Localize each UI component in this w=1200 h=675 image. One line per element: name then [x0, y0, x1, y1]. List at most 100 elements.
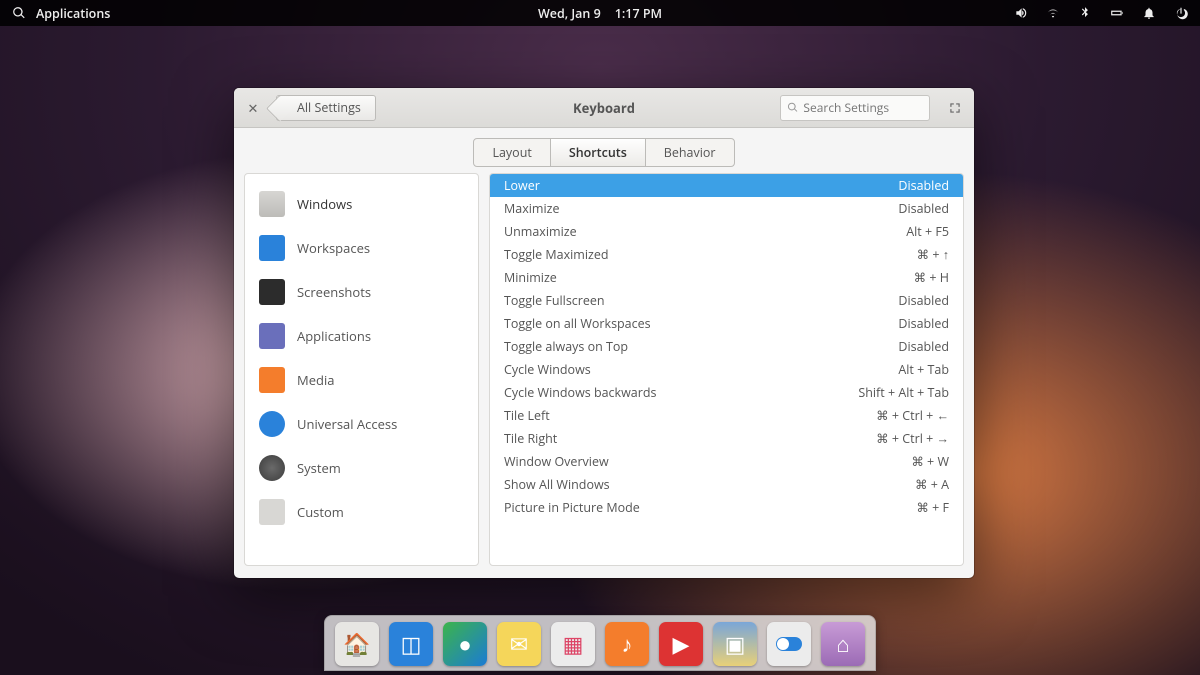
shortcut-row[interactable]: Cycle Windows backwards Shift + Alt + Tab — [490, 381, 963, 404]
shortcut-name: Maximize — [504, 200, 560, 217]
titlebar[interactable]: ✕ All Settings Keyboard — [234, 88, 974, 128]
shortcut-value: ⌘ + A — [915, 476, 949, 493]
shortcut-row[interactable]: Picture in Picture Mode ⌘ + F — [490, 496, 963, 519]
dock-calendar[interactable]: ▦ — [551, 622, 595, 666]
shortcut-name: Minimize — [504, 269, 557, 286]
close-button[interactable]: ✕ — [242, 97, 264, 119]
applications-menu[interactable]: Applications — [36, 5, 110, 22]
dock-files[interactable]: 🏠 — [335, 622, 379, 666]
shortcut-value: Disabled — [898, 338, 949, 355]
shortcut-name: Toggle on all Workspaces — [504, 315, 651, 332]
sidebar-item-label: Windows — [297, 195, 352, 213]
shortcut-value: ⌘ + W — [911, 453, 949, 470]
shortcut-value: Disabled — [898, 200, 949, 217]
dock-browser[interactable]: ● — [443, 622, 487, 666]
shortcut-row[interactable]: Tile Left ⌘ + Ctrl + ← — [490, 404, 963, 427]
dock: 🏠◫●✉▦♪▶▣ ⌂ — [324, 615, 876, 671]
search-icon — [787, 101, 798, 114]
tab-layout[interactable]: Layout — [474, 139, 550, 166]
wifi-icon[interactable] — [1046, 6, 1060, 20]
sidebar-item-universal-access[interactable]: Universal Access — [249, 402, 474, 446]
tab-shortcuts[interactable]: Shortcuts — [551, 139, 646, 166]
shortcut-row[interactable]: Lower Disabled — [490, 174, 963, 197]
sidebar-item-custom[interactable]: Custom — [249, 490, 474, 534]
tab-behavior[interactable]: Behavior — [646, 139, 734, 166]
back-label: All Settings — [297, 99, 361, 116]
shortcut-name: Tile Right — [504, 430, 557, 447]
shortcut-value: Alt + F5 — [906, 223, 949, 240]
sidebar-item-label: Workspaces — [297, 239, 370, 257]
window-title: Keyboard — [573, 99, 635, 117]
shortcut-row[interactable]: Window Overview ⌘ + W — [490, 450, 963, 473]
screenshots-icon — [259, 279, 285, 305]
sidebar-item-windows[interactable]: Windows — [249, 182, 474, 226]
sidebar-item-applications[interactable]: Applications — [249, 314, 474, 358]
top-panel: Applications Wed, Jan 9 1:17 PM — [0, 0, 1200, 26]
dock-appcenter[interactable]: ⌂ — [821, 622, 865, 666]
sidebar-item-label: System — [297, 459, 341, 477]
shortcut-value: ⌘ + Ctrl + ← — [876, 407, 949, 424]
system-icon — [259, 455, 285, 481]
sidebar-item-label: Screenshots — [297, 283, 371, 301]
dock-mail[interactable]: ✉ — [497, 622, 541, 666]
notification-icon[interactable] — [1142, 6, 1156, 20]
shortcut-value: Disabled — [898, 292, 949, 309]
ua-icon — [259, 411, 285, 437]
media-icon — [259, 367, 285, 393]
shortcut-name: Lower — [504, 177, 540, 194]
shortcut-row[interactable]: Cycle Windows Alt + Tab — [490, 358, 963, 381]
panel-date[interactable]: Wed, Jan 9 — [538, 5, 601, 22]
search-settings[interactable] — [780, 95, 930, 121]
sidebar-item-label: Media — [297, 371, 334, 389]
dock-photos[interactable]: ▣ — [713, 622, 757, 666]
windows-icon — [259, 191, 285, 217]
custom-icon — [259, 499, 285, 525]
sidebar-item-workspaces[interactable]: Workspaces — [249, 226, 474, 270]
category-sidebar: Windows Workspaces Screenshots Applications… — [244, 173, 479, 566]
shortcut-row[interactable]: UnmaximizeAlt + F5 — [490, 220, 963, 243]
bluetooth-icon[interactable] — [1078, 6, 1092, 20]
shortcut-name: Window Overview — [504, 453, 609, 470]
battery-icon[interactable] — [1110, 6, 1124, 20]
shortcut-row[interactable]: Toggle Maximized ⌘ + ↑ — [490, 243, 963, 266]
dock-music[interactable]: ♪ — [605, 622, 649, 666]
sidebar-item-label: Applications — [297, 327, 371, 345]
shortcut-name: Cycle Windows backwards — [504, 384, 656, 401]
shortcut-value: ⌘ + H — [914, 269, 949, 286]
shortcut-name: Show All Windows — [504, 476, 610, 493]
shortcut-value: Alt + Tab — [898, 361, 949, 378]
sidebar-item-media[interactable]: Media — [249, 358, 474, 402]
shortcut-value: Disabled — [898, 315, 949, 332]
shortcut-name: Tile Left — [504, 407, 550, 424]
volume-icon[interactable] — [1014, 6, 1028, 20]
sidebar-item-screenshots[interactable]: Screenshots — [249, 270, 474, 314]
shortcut-value: ⌘ + F — [916, 499, 949, 516]
shortcut-name: Toggle Fullscreen — [504, 292, 605, 309]
dock-videos[interactable]: ▶ — [659, 622, 703, 666]
panel-time[interactable]: 1:17 PM — [615, 5, 662, 22]
shortcut-list: Lower Disabled Maximize Disabled UnmaximizeA… — [489, 173, 964, 566]
shortcut-row[interactable]: Toggle Fullscreen Disabled — [490, 289, 963, 312]
shortcut-row[interactable]: Tile Right⌘ + Ctrl + → — [490, 427, 963, 450]
workspaces-icon — [259, 235, 285, 261]
shortcut-name: Toggle Maximized — [504, 246, 609, 263]
tab-bar: Layout Shortcuts Behavior — [234, 128, 974, 173]
shortcut-value: ⌘ + ↑ — [917, 246, 949, 263]
dock-switchboard[interactable] — [767, 622, 811, 666]
search-icon[interactable] — [12, 6, 26, 20]
shortcut-value: Shift + Alt + Tab — [858, 384, 949, 401]
maximize-button[interactable] — [944, 97, 966, 119]
dock-multitasking[interactable]: ◫ — [389, 622, 433, 666]
shortcut-row[interactable]: Minimize ⌘ + H — [490, 266, 963, 289]
shortcut-row[interactable]: Toggle on all Workspaces Disabled — [490, 312, 963, 335]
search-input[interactable] — [803, 99, 923, 116]
shortcut-name: Picture in Picture Mode — [504, 499, 640, 516]
shortcut-row[interactable]: Maximize Disabled — [490, 197, 963, 220]
sidebar-item-system[interactable]: System — [249, 446, 474, 490]
power-icon[interactable] — [1174, 6, 1188, 20]
shortcut-name: Cycle Windows — [504, 361, 591, 378]
shortcut-row[interactable]: Show All Windows ⌘ + A — [490, 473, 963, 496]
shortcut-value: Disabled — [898, 177, 949, 194]
back-button[interactable]: All Settings — [276, 95, 376, 121]
shortcut-row[interactable]: Toggle always on TopDisabled — [490, 335, 963, 358]
